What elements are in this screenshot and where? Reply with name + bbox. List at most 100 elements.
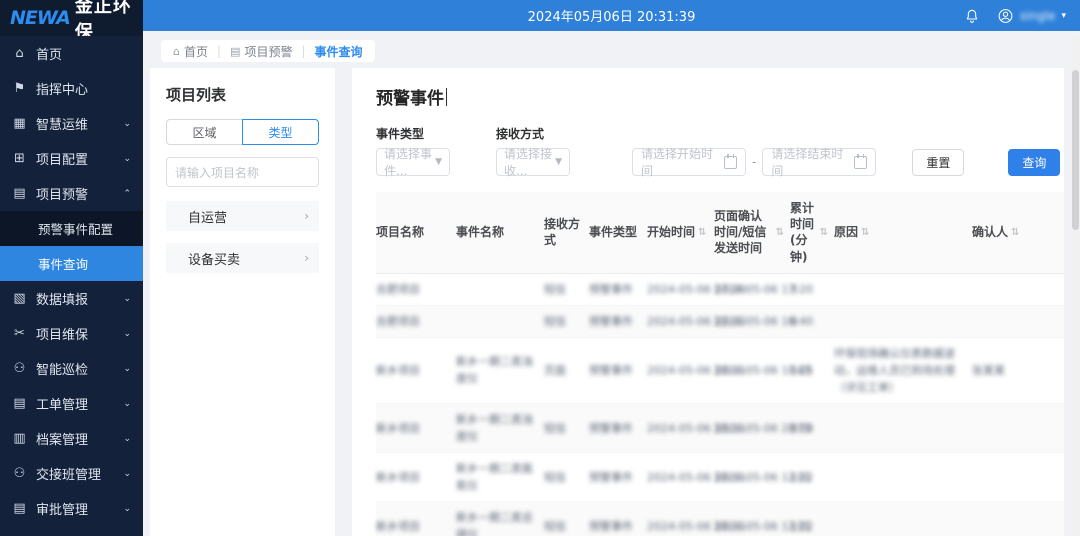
column-header: 接收方式 <box>544 192 589 273</box>
cell-type: 预警事件 <box>589 355 647 386</box>
vertical-scrollbar[interactable] <box>1071 36 1080 536</box>
work-order-icon: ▤ <box>12 396 27 411</box>
cell-event: 新乡一期二类浊度仪 <box>456 404 544 452</box>
chevron-down-icon: ⌄ <box>123 329 131 339</box>
sidebar-item[interactable]: ⊞项目配置⌄ <box>0 141 143 176</box>
column-header[interactable]: 页面确认时间/短信发送时间⇅ <box>714 192 790 273</box>
cell-event: 新乡一期二类总磷仪 <box>456 502 544 536</box>
redacted-text: 预警事件 <box>589 520 633 533</box>
cell-type: 预警事件 <box>589 413 647 444</box>
breadcrumb-event-query[interactable]: 事件查询 <box>315 43 363 60</box>
cell-project: 新乡项目 <box>376 413 456 444</box>
user-menu[interactable]: single ▾ <box>997 7 1066 24</box>
calendar-icon <box>854 156 867 169</box>
column-label: 开始时间 <box>647 224 695 240</box>
sidebar-item[interactable]: ▧数据填报⌄ <box>0 281 143 316</box>
project-search-input[interactable]: 请输入项目名称 <box>166 157 319 187</box>
cell-start: 2024-05-06 10:11 <box>647 462 714 493</box>
redacted-text: 短信 <box>544 315 566 328</box>
sidebar-item[interactable]: ▦智慧运维⌄ <box>0 106 143 141</box>
sidebar-item[interactable]: ▤工单管理⌄ <box>0 386 143 421</box>
redacted-text: 新乡项目 <box>376 364 420 377</box>
column-label: 接收方式 <box>544 216 583 248</box>
redacted-text: 短信 <box>544 283 566 296</box>
cell-confirmer: 张某某 <box>972 355 1064 386</box>
column-header: 事件名称 <box>456 192 544 273</box>
redacted-text: 2024-05-06 17:20 <box>714 281 813 298</box>
sort-icon[interactable]: ⇅ <box>698 226 706 240</box>
chevron-down-icon: ▾ <box>1061 11 1066 21</box>
cell-confirm: 2024-05-06 12:22 <box>714 511 790 536</box>
tree-item-equipment-sale[interactable]: 设备买卖 › <box>166 243 319 273</box>
cell-project: 新乡项目 <box>376 462 456 493</box>
redacted-text: 新乡一期二类浊度仪 <box>456 355 533 385</box>
reset-button[interactable]: 重置 <box>912 149 964 176</box>
sidebar-item[interactable]: ⚇智能巡检⌄ <box>0 351 143 386</box>
sidebar-subitem[interactable]: 预警事件配置 <box>0 211 143 246</box>
sort-icon[interactable]: ⇅ <box>776 226 784 240</box>
cell-confirm: 2024-05-06 10:25 <box>714 355 790 386</box>
column-header[interactable]: 累计时间(分钟)⇅ <box>790 192 834 273</box>
redacted-text: 新乡一期二类总磷仪 <box>456 511 533 536</box>
redacted-text: 合肥项目 <box>376 283 420 296</box>
receive-method-label: 接收方式 <box>496 125 570 142</box>
sidebar-item[interactable]: ⌂首页 <box>0 36 143 71</box>
sort-icon[interactable]: ⇅ <box>820 226 828 240</box>
tab-type[interactable]: 类型 <box>242 119 319 145</box>
redacted-text: 环保现场确认仪表数据波动，运维人员已到场处理（详见工单） <box>834 347 955 394</box>
table-row: 新乡项目新乡一期二类氨氮仪短信预警事件2024-05-06 10:112024-… <box>376 453 1064 502</box>
cell-confirm: 2024-05-06 20:18 <box>714 413 790 444</box>
sort-icon[interactable]: ⇅ <box>861 226 869 240</box>
filter-bar: 事件类型 请选择事件... ▼ 接收方式 请选择接收... ▼ 请选择开始时间 … <box>376 125 1064 176</box>
redacted-text: 新乡项目 <box>376 520 420 533</box>
project-tabs: 区域 类型 <box>166 119 319 145</box>
cell-project: 合肥项目 <box>376 274 456 305</box>
redacted-text: 预警事件 <box>589 471 633 484</box>
redacted-text: 预警事件 <box>589 422 633 435</box>
column-header[interactable]: 原因⇅ <box>834 192 972 273</box>
sidebar-item[interactable]: ⚇交接班管理⌄ <box>0 456 143 491</box>
sidebar-item[interactable]: ✂项目维保⌄ <box>0 316 143 351</box>
sidebar-item[interactable]: ▤审批管理⌄ <box>0 491 143 526</box>
cell-receive: 短信 <box>544 274 589 305</box>
sidebar-subitem[interactable]: 事件查询 <box>0 246 143 281</box>
column-label: 事件名称 <box>456 224 504 240</box>
cell-receive: 短信 <box>544 511 589 536</box>
column-header[interactable]: 确认人⇅ <box>972 192 1064 273</box>
column-label: 原因 <box>834 224 858 240</box>
cell-reason <box>834 519 972 533</box>
search-button[interactable]: 查询 <box>1008 149 1060 176</box>
column-label: 页面确认时间/短信发送时间 <box>714 208 773 257</box>
column-header[interactable]: 开始时间⇅ <box>647 192 714 273</box>
events-table: 项目名称事件名称接收方式事件类型开始时间⇅页面确认时间/短信发送时间⇅累计时间(… <box>376 192 1064 536</box>
warning-doc-icon: ▤ <box>12 186 27 201</box>
scrollbar-thumb[interactable] <box>1072 70 1079 230</box>
maintenance-icon: ✂ <box>12 326 27 341</box>
event-type-label: 事件类型 <box>376 125 450 142</box>
bell-icon[interactable] <box>964 7 981 24</box>
sidebar-item-label: 交接班管理 <box>36 464 101 483</box>
sort-icon[interactable]: ⇅ <box>1011 226 1019 240</box>
redacted-text: 新乡一期二类浊度仪 <box>456 413 533 443</box>
cell-start: 2024-05-06 10:11 <box>647 413 714 444</box>
date-range-separator: - <box>752 155 756 169</box>
event-type-select[interactable]: 请选择事件... ▼ <box>376 148 450 176</box>
sidebar-menu: ⌂首页⚑指挥中心▦智慧运维⌄⊞项目配置⌄▤项目预警⌃预警事件配置事件查询▧数据填… <box>0 36 143 536</box>
chevron-up-icon: ⌃ <box>123 189 131 199</box>
sidebar-item[interactable]: ⚑指挥中心 <box>0 71 143 106</box>
breadcrumb-home[interactable]: ⌂ 首页 <box>173 43 208 60</box>
tree-item-self-operated[interactable]: 自运营 › <box>166 201 319 231</box>
cell-confirmer <box>972 421 1064 435</box>
redacted-text: 合肥项目 <box>376 315 420 328</box>
tab-region[interactable]: 区域 <box>166 119 242 145</box>
start-time-input[interactable]: 请选择开始时间 <box>632 148 746 176</box>
end-time-input[interactable]: 请选择结束时间 <box>762 148 876 176</box>
sidebar-item[interactable]: ▤项目预警⌃ <box>0 176 143 211</box>
patrol-icon: ⚇ <box>12 361 27 376</box>
breadcrumb-project-warning[interactable]: ▤ 项目预警 <box>230 43 292 60</box>
receive-method-select[interactable]: 请选择接收... ▼ <box>496 148 570 176</box>
shift-icon: ⚇ <box>12 466 27 481</box>
column-label: 事件类型 <box>589 224 637 240</box>
sidebar-item[interactable]: ▥档案管理⌄ <box>0 421 143 456</box>
redacted-text: 131 <box>790 520 811 533</box>
